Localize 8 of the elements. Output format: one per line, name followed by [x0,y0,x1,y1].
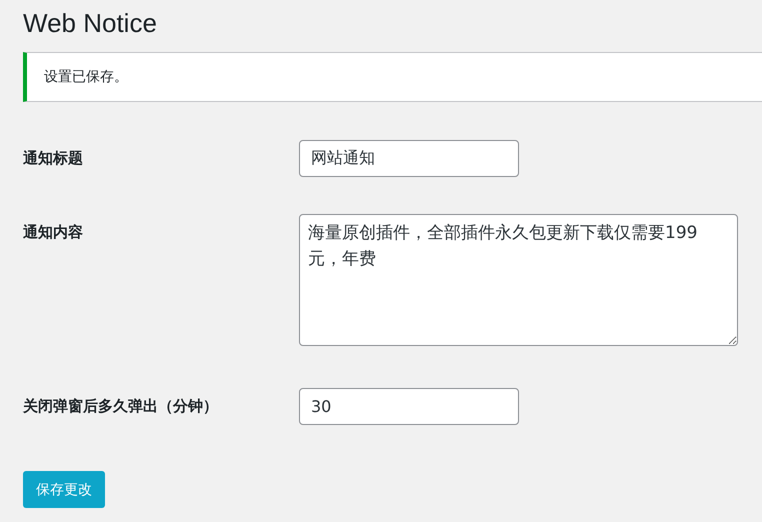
notice-message: 设置已保存。 [44,68,128,86]
textarea-field[interactable]: 海量原创插件，全部插件永久包更新下载仅需要199元，年费 [299,214,738,346]
page-title: Web Notice [23,7,158,40]
field-label: 通知内容 [23,222,84,242]
field-label: 通知标题 [23,148,84,168]
input-field[interactable]: 30 [299,388,519,425]
input-field[interactable]: 网站通知 [299,140,519,177]
field-label: 关闭弹窗后多久弹出（分钟） [23,396,219,416]
